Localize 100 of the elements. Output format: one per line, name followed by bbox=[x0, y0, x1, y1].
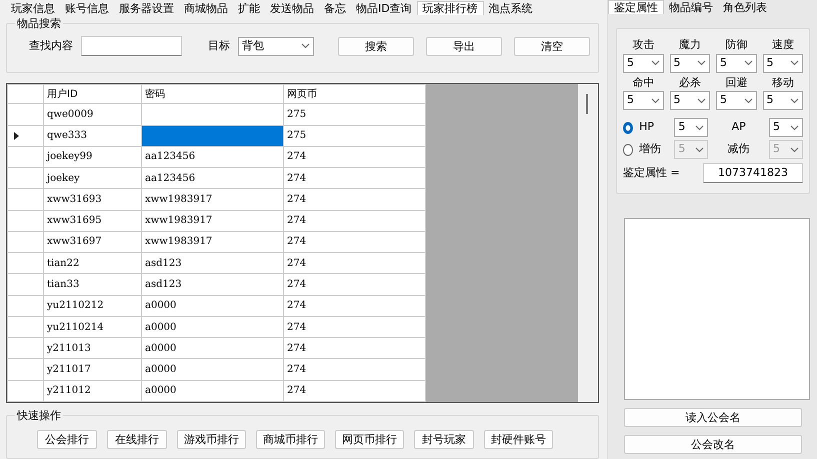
tab[interactable]: 玩家信息 bbox=[6, 2, 60, 15]
action-button[interactable]: 公会排行 bbox=[37, 430, 97, 449]
tab[interactable]: 角色列表 bbox=[718, 1, 772, 14]
table-cell: 274 bbox=[284, 338, 426, 359]
field-label: 目标 bbox=[208, 38, 230, 54]
chevron-down-icon bbox=[650, 98, 660, 104]
table-cell: qwe0009 bbox=[44, 104, 142, 125]
attribute-dropdown[interactable]: 5 bbox=[716, 91, 756, 110]
table-cell: 275 bbox=[284, 125, 426, 146]
action-button[interactable]: 公会改名 bbox=[624, 435, 802, 454]
table-cell: yu2110214 bbox=[44, 316, 142, 338]
attribute-dropdown[interactable]: 5 bbox=[623, 54, 664, 72]
table-cell: 274 bbox=[284, 316, 426, 338]
table-cell: 274 bbox=[284, 231, 426, 253]
table-cell: tian33 bbox=[44, 274, 142, 296]
table-cell: 274 bbox=[284, 380, 426, 402]
tab[interactable]: 商城物品 bbox=[179, 2, 233, 15]
tab[interactable]: 鉴定属性 bbox=[608, 0, 664, 14]
row-pointer-icon bbox=[14, 132, 19, 140]
table-cell: a0000 bbox=[142, 338, 284, 359]
action-button[interactable]: 游戏币排行 bbox=[177, 430, 246, 449]
option-label: 减伤 bbox=[726, 141, 751, 158]
action-button[interactable]: 搜索 bbox=[338, 36, 414, 56]
table-cell: 274 bbox=[284, 146, 426, 168]
search-field[interactable] bbox=[81, 36, 182, 56]
attribute-dropdown[interactable]: 5 bbox=[670, 91, 710, 110]
table-cell: 274 bbox=[284, 274, 426, 296]
table-cell: xww1983917 bbox=[142, 188, 284, 210]
action-button[interactable]: 在线排行 bbox=[107, 430, 167, 449]
tab[interactable]: 发送物品 bbox=[265, 2, 319, 15]
tab[interactable]: 扩能 bbox=[233, 2, 265, 15]
tab[interactable]: 物品ID查询 bbox=[351, 2, 417, 15]
table-cell: 274 bbox=[284, 210, 426, 232]
attribute-label: 魔力 bbox=[678, 37, 701, 53]
action-button[interactable]: 商城币排行 bbox=[256, 430, 325, 449]
list-box[interactable] bbox=[624, 218, 810, 400]
table-cell: joekey99 bbox=[44, 146, 142, 168]
table-cell: yu2110212 bbox=[44, 295, 142, 316]
chevron-down-icon bbox=[790, 98, 799, 104]
action-button[interactable]: 读入公会名 bbox=[624, 408, 802, 427]
table-cell: asd123 bbox=[142, 274, 284, 296]
table-cell: y211012 bbox=[44, 380, 142, 402]
table-cell: a0000 bbox=[142, 316, 284, 338]
chevron-down-icon bbox=[695, 124, 704, 130]
attribute-dropdown[interactable]: 5 bbox=[762, 91, 803, 110]
table-cell: qwe333 bbox=[44, 125, 142, 146]
option-label: AP bbox=[730, 119, 747, 136]
table-cell: xww1983917 bbox=[142, 210, 284, 232]
radio-label: HP bbox=[639, 119, 656, 136]
tab[interactable]: 备忘 bbox=[319, 2, 351, 15]
chevron-down-icon bbox=[790, 146, 799, 152]
table-cell: 274 bbox=[284, 295, 426, 316]
table-cell: 274 bbox=[284, 358, 426, 380]
table-cell: a0000 bbox=[142, 295, 284, 316]
option-dropdown[interactable]: 5 bbox=[769, 118, 803, 137]
action-button[interactable]: 封号玩家 bbox=[414, 430, 474, 449]
option-dropdown[interactable]: 5 bbox=[674, 118, 708, 137]
action-button[interactable]: 网页币排行 bbox=[335, 430, 404, 449]
column-header[interactable]: 网页币 bbox=[284, 84, 426, 104]
chevron-down-icon bbox=[744, 60, 752, 66]
tab[interactable]: 服务器设置 bbox=[114, 2, 179, 15]
chevron-down-icon bbox=[301, 43, 310, 49]
scrollbar[interactable] bbox=[578, 84, 598, 402]
table-cell: a0000 bbox=[142, 358, 284, 380]
column-header[interactable]: 用户ID bbox=[44, 84, 142, 104]
action-button[interactable]: 封硬件账号 bbox=[484, 430, 553, 449]
table-cell: 275 bbox=[284, 104, 426, 125]
table-cell: 274 bbox=[284, 188, 426, 210]
table-cell: xww1983917 bbox=[142, 231, 284, 253]
table-cell: 274 bbox=[284, 252, 426, 274]
attribute-dropdown[interactable]: 5 bbox=[716, 54, 756, 72]
target-dropdown[interactable]: 背包 bbox=[238, 36, 314, 56]
table-cell: tian22 bbox=[44, 252, 142, 274]
tab[interactable]: 泡点系统 bbox=[484, 2, 538, 15]
tab[interactable]: 物品编号 bbox=[664, 1, 718, 14]
chevron-down-icon bbox=[697, 60, 706, 66]
result-label: 鉴定属性 = bbox=[623, 164, 680, 181]
table-cell: aa123456 bbox=[142, 168, 284, 189]
table-cell: a0000 bbox=[142, 380, 284, 402]
table-cell: y211013 bbox=[44, 338, 142, 359]
action-button[interactable]: 清空 bbox=[514, 36, 590, 56]
chevron-down-icon bbox=[790, 60, 799, 66]
table-cell: xww31693 bbox=[44, 188, 142, 210]
attribute-label: 移动 bbox=[772, 74, 794, 90]
column-header[interactable]: 密码 bbox=[142, 84, 284, 104]
tab[interactable]: 账号信息 bbox=[60, 2, 114, 15]
radio-label: 增伤 bbox=[639, 141, 662, 158]
result-field[interactable]: 1073741823 bbox=[703, 163, 803, 183]
tab[interactable]: 玩家排行榜 bbox=[416, 1, 484, 15]
chevron-down-icon bbox=[744, 98, 752, 104]
chevron-down-icon bbox=[695, 146, 704, 152]
attribute-dropdown[interactable]: 5 bbox=[670, 54, 710, 72]
table-cell: y211017 bbox=[44, 358, 142, 380]
attribute-dropdown[interactable]: 5 bbox=[623, 91, 664, 110]
attribute-dropdown[interactable]: 5 bbox=[762, 54, 803, 72]
table-cell: aa123456 bbox=[142, 146, 284, 168]
row-header[interactable] bbox=[8, 125, 44, 146]
radio-button[interactable] bbox=[623, 122, 634, 134]
table-cell: 274 bbox=[284, 168, 426, 189]
action-button[interactable]: 导出 bbox=[426, 36, 502, 56]
